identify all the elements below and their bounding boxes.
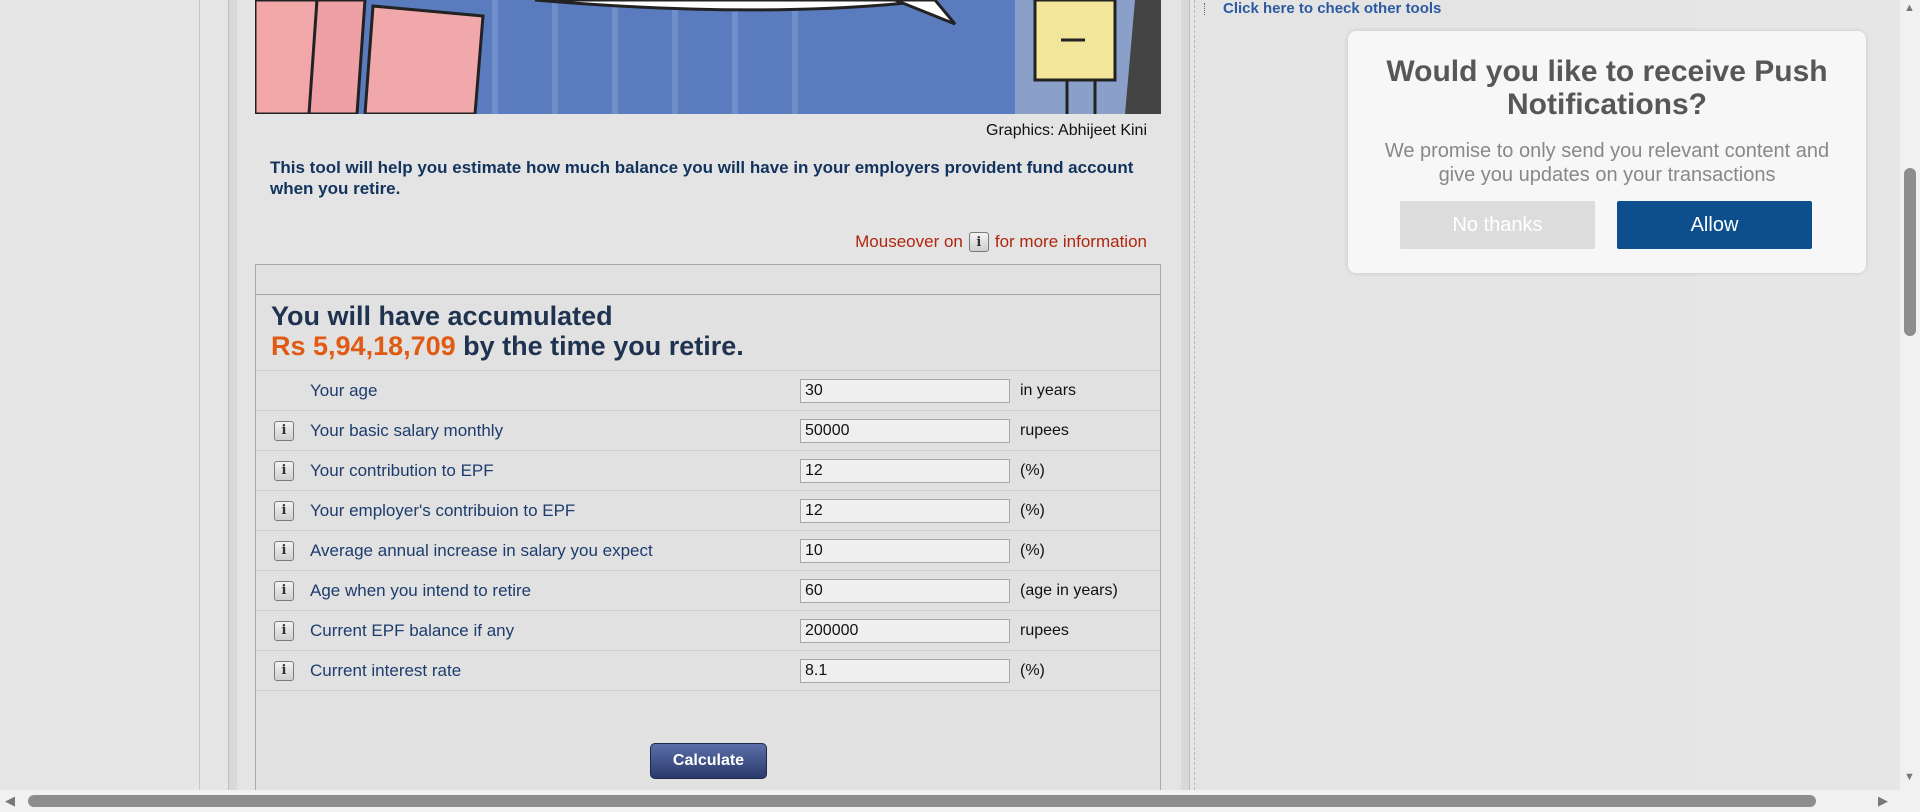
form-row-basic-salary: i Your basic salary monthly rupees bbox=[256, 410, 1160, 450]
push-message: We promise to only send you relevant con… bbox=[1384, 140, 1830, 186]
form-row-retirement-age: i Age when you intend to retire (age in … bbox=[256, 570, 1160, 610]
field-label: Current interest rate bbox=[310, 660, 462, 680]
scroll-left-icon[interactable]: ◀ bbox=[5, 793, 15, 809]
info-hint: Mouseover on i for more information bbox=[255, 232, 1147, 252]
scroll-up-icon[interactable]: ▲ bbox=[1904, 2, 1915, 14]
result-summary: You will have accumulated Rs 5,94,18,709… bbox=[256, 295, 1160, 361]
form-row-employer-contribution: i Your employer's contribuion to EPF (%) bbox=[256, 490, 1160, 530]
calculate-button[interactable]: Calculate bbox=[650, 743, 767, 779]
field-label: Your age bbox=[310, 380, 378, 400]
info-icon[interactable]: i bbox=[274, 660, 294, 681]
info-icon[interactable]: i bbox=[274, 460, 294, 481]
info-icon[interactable]: i bbox=[274, 540, 294, 561]
form-row-age: Your age in years bbox=[256, 370, 1160, 410]
info-icon[interactable]: i bbox=[274, 580, 294, 601]
form-row-current-balance: i Current EPF balance if any rupees bbox=[256, 610, 1160, 650]
scroll-down-icon[interactable]: ▼ bbox=[1904, 771, 1915, 783]
field-unit: (%) bbox=[1020, 501, 1045, 519]
scroll-right-icon[interactable]: ▶ bbox=[1878, 793, 1888, 809]
info-icon[interactable]: i bbox=[968, 232, 989, 252]
field-label: Current EPF balance if any bbox=[310, 620, 515, 640]
field-unit: in years bbox=[1020, 381, 1077, 399]
vertical-scroll-thumb[interactable] bbox=[1904, 168, 1916, 336]
push-notification-prompt: Would you like to receive Push Notificat… bbox=[1348, 31, 1866, 273]
interest-rate-input[interactable] bbox=[800, 658, 1010, 683]
info-icon[interactable]: i bbox=[274, 620, 294, 641]
tool-description: This tool will help you estimate how muc… bbox=[270, 158, 1134, 198]
banner-illustration bbox=[255, 0, 1161, 114]
field-unit: (%) bbox=[1020, 661, 1045, 679]
graphics-credit: Graphics: Abhijeet Kini bbox=[986, 122, 1147, 139]
info-icon[interactable]: i bbox=[274, 500, 294, 521]
vertical-scrollbar[interactable]: ▲ ▼ bbox=[1900, 0, 1920, 790]
no-thanks-button[interactable]: No thanks bbox=[1400, 201, 1595, 249]
push-actions: No thanks Allow bbox=[1400, 201, 1812, 249]
panel-header-strip bbox=[256, 265, 1160, 295]
other-tools-label: Click here to check other tools bbox=[1223, 0, 1442, 17]
age-input[interactable] bbox=[800, 378, 1010, 403]
result-line-1: You will have accumulated bbox=[271, 301, 613, 331]
info-icon[interactable]: i bbox=[274, 420, 294, 441]
field-unit: (age in years) bbox=[1020, 581, 1118, 599]
retirement-age-input[interactable] bbox=[800, 578, 1010, 603]
result-line-2: Rs 5,94,18,709 by the time you retire. bbox=[271, 331, 1160, 361]
info-hint-suffix: for more information bbox=[994, 232, 1147, 251]
employer-contribution-input[interactable] bbox=[800, 498, 1010, 523]
form-row-interest-rate: i Current interest rate (%) bbox=[256, 650, 1160, 691]
push-title: Would you like to receive Push Notificat… bbox=[1386, 55, 1828, 121]
field-label: Your contribution to EPF bbox=[310, 460, 494, 480]
field-label: Your employer's contribuion to EPF bbox=[310, 500, 576, 520]
calculator-panel: You will have accumulated Rs 5,94,18,709… bbox=[255, 264, 1161, 791]
form-row-your-contribution: i Your contribution to EPF (%) bbox=[256, 450, 1160, 490]
result-line-2-suffix: by the time you retire. bbox=[463, 331, 744, 361]
horizontal-scrollbar[interactable]: ◀ ▶ bbox=[0, 790, 1920, 812]
field-unit: rupees bbox=[1020, 421, 1069, 439]
field-unit: (%) bbox=[1020, 461, 1045, 479]
allow-button[interactable]: Allow bbox=[1617, 201, 1812, 249]
salary-increase-input[interactable] bbox=[800, 538, 1010, 563]
info-hint-prefix: Mouseover on bbox=[855, 232, 963, 251]
field-unit: (%) bbox=[1020, 541, 1045, 559]
field-label: Average annual increase in salary you ex… bbox=[310, 540, 653, 560]
other-tools-link[interactable]: Click here to check other tools bbox=[1204, 0, 1441, 17]
epf-banner-image bbox=[255, 0, 1161, 114]
form-row-salary-increase: i Average annual increase in salary you … bbox=[256, 530, 1160, 570]
tree-connector-icon bbox=[1204, 2, 1213, 15]
your-contribution-input[interactable] bbox=[800, 458, 1010, 483]
left-gutter bbox=[0, 0, 200, 790]
horizontal-scroll-thumb[interactable] bbox=[28, 795, 1816, 807]
field-label: Your basic salary monthly bbox=[310, 420, 504, 440]
field-label: Age when you intend to retire bbox=[310, 580, 532, 600]
basic-salary-input[interactable] bbox=[800, 418, 1010, 443]
current-balance-input[interactable] bbox=[800, 618, 1010, 643]
field-unit: rupees bbox=[1020, 621, 1069, 639]
accumulated-amount: Rs 5,94,18,709 bbox=[271, 331, 456, 361]
